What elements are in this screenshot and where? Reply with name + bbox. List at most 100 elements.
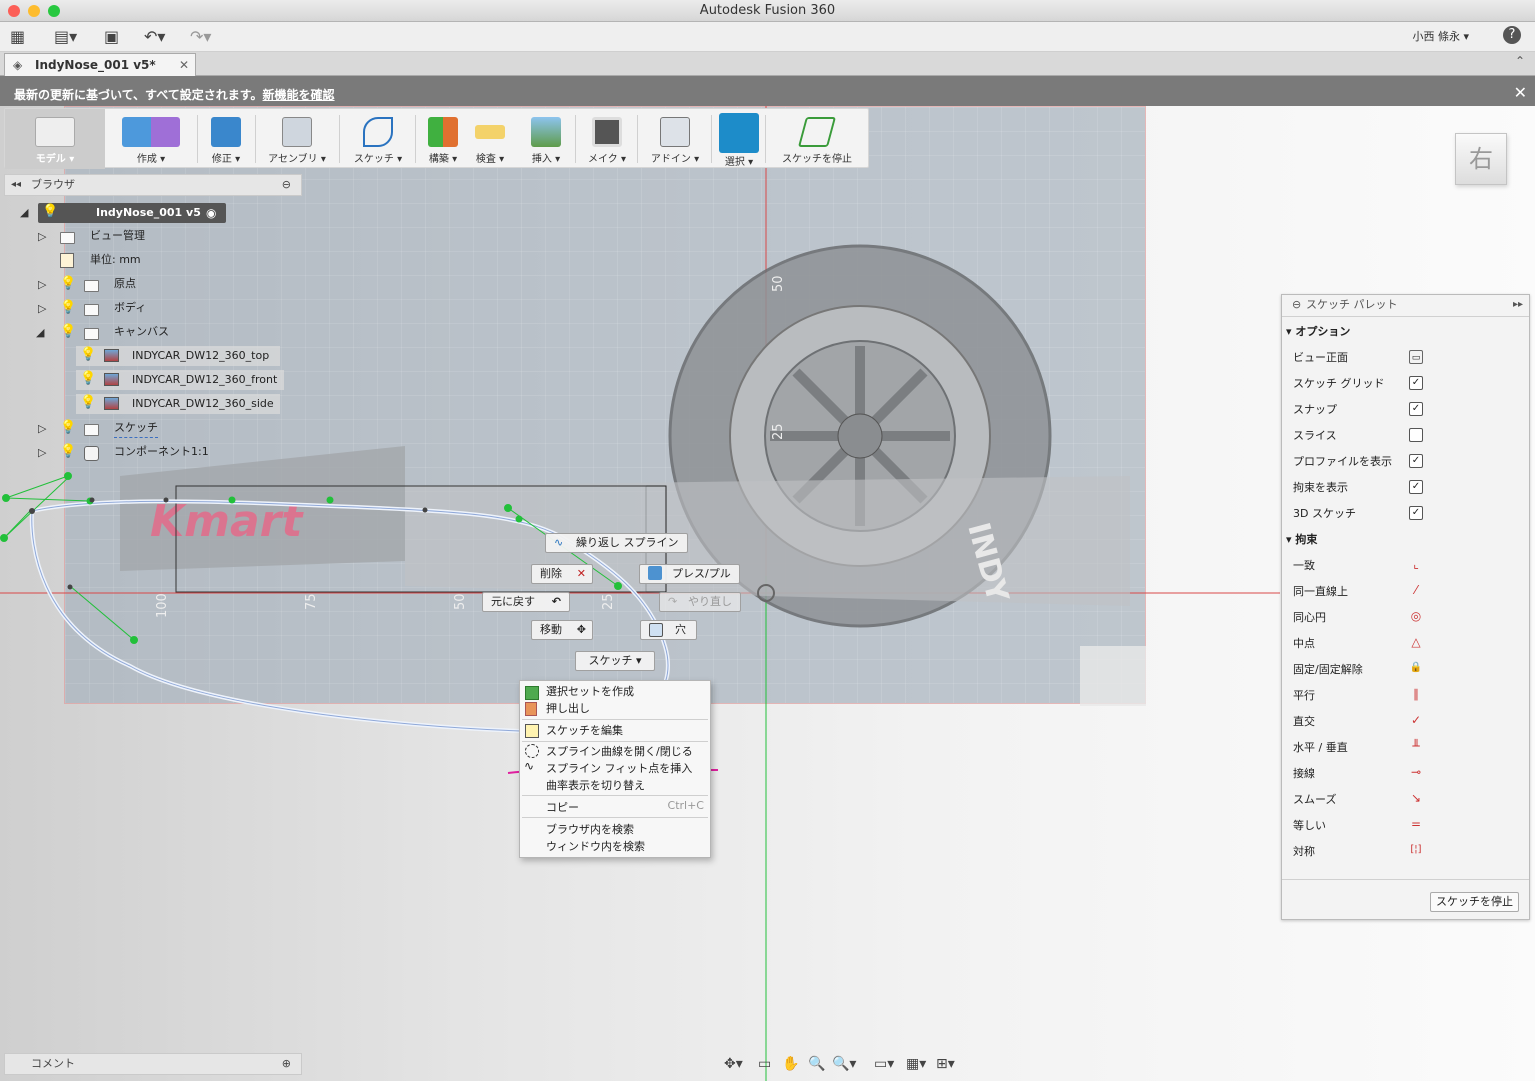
inspect-menu[interactable]: 検査 ▾ xyxy=(469,109,511,169)
visibility-bulb-icon[interactable]: 💡 xyxy=(60,276,76,291)
minimize-window-button[interactable] xyxy=(28,5,40,17)
tree-item-component[interactable]: コンポーネント1:1 xyxy=(114,442,209,462)
menu-extrude[interactable]: 押し出し xyxy=(546,700,590,716)
palette-stop-sketch-button[interactable]: スケッチを停止 xyxy=(1430,892,1519,912)
undo-icon[interactable]: ↶▾ xyxy=(144,27,165,47)
menu-find-in-window[interactable]: ウィンドウ内を検索 xyxy=(546,838,645,854)
menu-create-selection-set[interactable]: 選択セットを作成 xyxy=(546,683,634,699)
grid-snaps-icon[interactable]: ▦▾ xyxy=(906,1056,926,1072)
menu-insert-fit-point[interactable]: スプライン フィット点を挿入 xyxy=(546,760,692,776)
expand-icon[interactable]: ▷ xyxy=(38,422,46,435)
construct-menu[interactable]: 構築 ▾ xyxy=(419,109,467,169)
banner-close-icon[interactable]: ✕ xyxy=(1514,76,1527,110)
parallel-icon[interactable]: ∥ xyxy=(1409,687,1423,701)
whats-new-link[interactable]: 新機能を確認 xyxy=(263,88,335,102)
tree-item-sketches[interactable]: スケッチ xyxy=(114,418,158,438)
zoom-icon[interactable]: 🔍 xyxy=(808,1056,825,1072)
visibility-bulb-icon[interactable]: 💡 xyxy=(60,444,76,459)
data-panel-grid-icon[interactable]: ▦ xyxy=(10,27,25,47)
tree-item-view-management[interactable]: ビュー管理 xyxy=(90,226,145,246)
activate-radio-icon[interactable]: ◉ xyxy=(206,203,216,223)
smooth-icon[interactable]: ↘ xyxy=(1409,791,1423,805)
browser-panel-header[interactable]: ◂◂ ブラウザ ⊖ xyxy=(4,174,302,196)
document-tab[interactable]: ◈ IndyNose_001 v5* ✕ xyxy=(4,53,196,76)
tangent-icon[interactable]: ⊸ xyxy=(1409,765,1423,779)
canvas-row-side[interactable]: 💡 INDYCAR_DW12_360_side xyxy=(76,394,280,414)
look-at-icon[interactable]: ▭ xyxy=(1409,350,1423,364)
fix-unfix-lock-icon[interactable]: 🔒 xyxy=(1409,661,1423,675)
expand-icon[interactable]: ▷ xyxy=(38,278,46,291)
tree-item-units[interactable]: 単位: mm xyxy=(90,250,141,270)
undo-button[interactable]: 元に戻す ↶ xyxy=(482,592,570,612)
workspace-switcher[interactable]: モデル ▾ xyxy=(5,109,105,169)
look-at-nav-icon[interactable]: ▭ xyxy=(758,1056,771,1072)
redo-button[interactable]: ↷ やり直し xyxy=(659,592,741,612)
display-settings-icon[interactable]: ▭▾ xyxy=(874,1056,894,1072)
user-menu[interactable]: 小西 條永 ▾ xyxy=(1412,28,1469,44)
symmetry-icon[interactable]: [¦] xyxy=(1407,843,1425,857)
collinear-icon[interactable]: ⁄ xyxy=(1409,583,1423,597)
menu-edit-sketch[interactable]: スケッチを編集 xyxy=(546,722,623,738)
expand-icon[interactable]: ▷ xyxy=(38,230,46,243)
move-button[interactable]: 移動 ✥ xyxy=(531,620,593,640)
sketch-dropdown-button[interactable]: スケッチ ▾ xyxy=(575,651,655,671)
canvas-row-top[interactable]: 💡 INDYCAR_DW12_360_top xyxy=(76,346,280,366)
add-comment-icon[interactable]: ⊕ xyxy=(282,1054,291,1074)
tab-overflow-icon[interactable]: ⌃ xyxy=(1515,54,1525,68)
viewports-icon[interactable]: ⊞▾ xyxy=(936,1056,955,1072)
fit-zoom-icon[interactable]: 🔍▾ xyxy=(832,1056,856,1072)
orbit-icon[interactable]: ✥▾ xyxy=(724,1056,743,1072)
show-constraints-checkbox[interactable]: ✓ xyxy=(1409,480,1423,494)
snap-checkbox[interactable]: ✓ xyxy=(1409,402,1423,416)
expand-icon[interactable]: ▷ xyxy=(38,302,46,315)
palette-header[interactable]: ⊖ スケッチ パレット ▸▸ xyxy=(1282,295,1529,317)
visibility-bulb-icon[interactable]: 💡 xyxy=(60,420,76,435)
visibility-bulb-icon[interactable]: 💡 xyxy=(80,347,96,362)
3d-sketch-checkbox[interactable]: ✓ xyxy=(1409,506,1423,520)
menu-copy[interactable]: コピー xyxy=(546,799,579,815)
create-menu[interactable]: 作成 ▾ xyxy=(111,109,191,169)
sketch-menu[interactable]: スケッチ ▾ xyxy=(343,109,413,169)
close-tab-icon[interactable]: ✕ xyxy=(179,54,189,76)
constraints-section-header[interactable]: ▾ 拘束 xyxy=(1282,531,1529,547)
collapse-icon[interactable]: ◢ xyxy=(36,326,44,339)
collapse-browser-icon[interactable]: ◂◂ xyxy=(11,175,21,195)
visibility-bulb-icon[interactable]: 💡 xyxy=(60,324,76,339)
slice-checkbox[interactable] xyxy=(1409,428,1423,442)
menu-toggle-curvature[interactable]: 曲率表示を切り替え xyxy=(546,777,645,793)
tree-item-canvases[interactable]: キャンバス xyxy=(114,322,169,342)
save-icon[interactable]: ▣ xyxy=(104,27,119,47)
insert-menu[interactable]: 挿入 ▾ xyxy=(523,109,569,169)
tree-root[interactable]: 💡 IndyNose_001 v5 ◉ xyxy=(38,203,226,223)
stop-sketch-button[interactable]: スケッチを停止 xyxy=(769,109,865,169)
modify-menu[interactable]: 修正 ▾ xyxy=(201,109,251,169)
make-menu[interactable]: メイク ▾ xyxy=(581,109,633,169)
sketch-grid-checkbox[interactable]: ✓ xyxy=(1409,376,1423,390)
canvas-row-front[interactable]: 💡 INDYCAR_DW12_360_front xyxy=(76,370,284,390)
browser-options-icon[interactable]: ⊖ xyxy=(282,175,291,195)
perpendicular-icon[interactable]: ✓ xyxy=(1409,713,1423,727)
palette-minimize-icon[interactable]: ⊖ xyxy=(1292,295,1301,315)
midpoint-icon[interactable]: △ xyxy=(1409,635,1423,649)
redo-icon[interactable]: ↷▾ xyxy=(190,27,211,47)
addins-menu[interactable]: アドイン ▾ xyxy=(643,109,707,169)
expand-root-icon[interactable]: ◢ xyxy=(20,206,28,219)
zoom-window-button[interactable] xyxy=(48,5,60,17)
menu-find-in-browser[interactable]: ブラウザ内を検索 xyxy=(546,821,634,837)
close-window-button[interactable] xyxy=(8,5,20,17)
comment-panel[interactable]: コメント ⊕ xyxy=(4,1053,302,1075)
help-icon[interactable]: ? xyxy=(1503,26,1521,44)
coincident-icon[interactable]: ⌞ xyxy=(1409,557,1423,571)
visibility-bulb-icon[interactable]: 💡 xyxy=(80,395,96,410)
tree-item-bodies[interactable]: ボディ xyxy=(114,298,146,318)
palette-expand-icon[interactable]: ▸▸ xyxy=(1513,295,1523,315)
assemble-menu[interactable]: アセンブリ ▾ xyxy=(259,109,335,169)
tree-item-origin[interactable]: 原点 xyxy=(114,274,136,294)
visibility-bulb-icon[interactable]: 💡 xyxy=(60,300,76,315)
select-menu[interactable]: 選択 ▾ xyxy=(717,109,761,169)
visibility-bulb-icon[interactable]: 💡 xyxy=(42,204,58,219)
concentric-icon[interactable]: ◎ xyxy=(1409,609,1423,623)
view-cube[interactable]: 右 xyxy=(1455,133,1507,185)
menu-open-close-spline[interactable]: スプライン曲線を開く/閉じる xyxy=(546,743,693,759)
horizontal-vertical-icon[interactable]: ╨ xyxy=(1409,739,1423,753)
